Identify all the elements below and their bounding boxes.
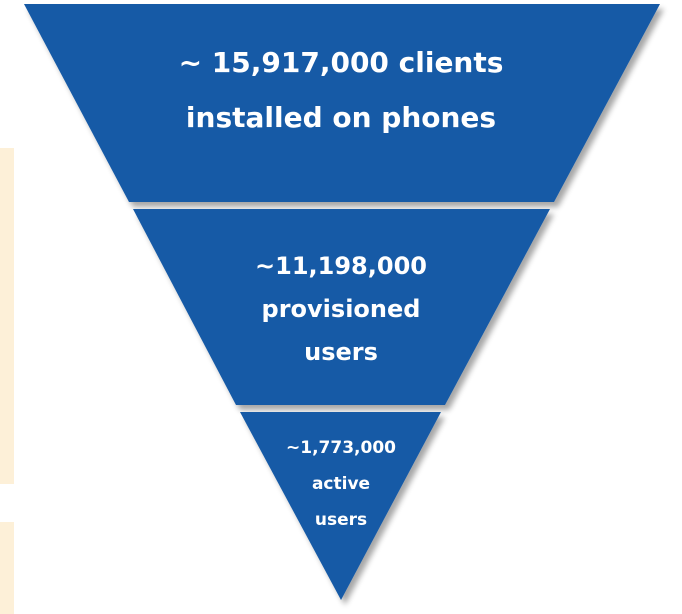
- inverted-funnel-chart: ~ 15,917,000 clients installed on phones…: [24, 4, 660, 600]
- tier-provisioned-label-line-1: ~11,198,000: [255, 252, 427, 280]
- tier-active-label-line-3: users: [315, 510, 367, 530]
- tier-provisioned-label-line-2: provisioned: [262, 295, 421, 323]
- funnel-diagram-canvas: ~ 15,917,000 clients installed on phones…: [0, 0, 682, 614]
- tier-installed-label-line-2: installed on phones: [186, 101, 496, 134]
- tier-active-label-line-1: ~1,773,000: [286, 438, 396, 458]
- tier-active-label-line-2: active: [312, 474, 370, 494]
- tier-installed-label-line-1: ~ 15,917,000 clients: [179, 46, 504, 79]
- tier-provisioned-label-line-3: users: [304, 338, 378, 366]
